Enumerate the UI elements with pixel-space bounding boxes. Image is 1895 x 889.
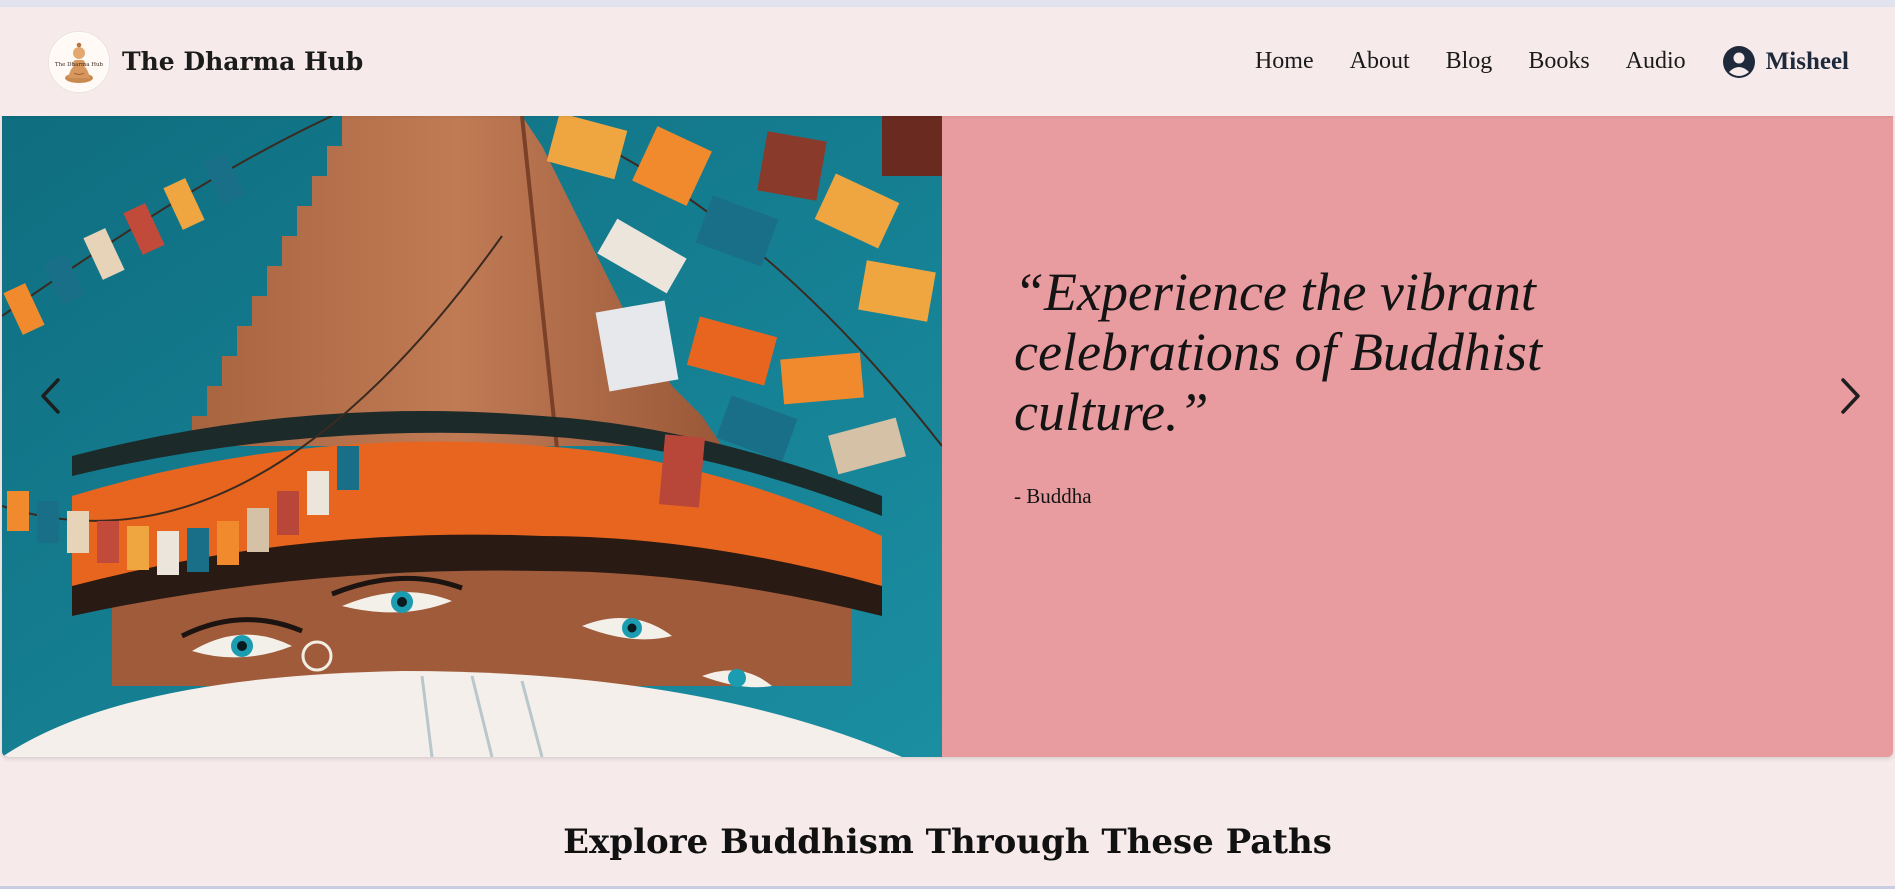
stupa-illustration <box>2 116 943 757</box>
hero-quote: “Experience the vibrant celebrations of … <box>1014 262 1542 442</box>
quote-panel: “Experience the vibrant celebrations of … <box>942 116 1893 757</box>
explore-section-title: Explore Buddhism Through These Paths <box>563 822 1332 862</box>
nav-audio-link[interactable]: Audio <box>1626 48 1686 75</box>
user-name: Misheel <box>1765 47 1849 75</box>
main-nav: Home About Blog Books Audio Misheel <box>1219 45 1849 79</box>
brand-link[interactable]: The Dharma Hub The Dharma Hub <box>48 30 364 93</box>
hero-image <box>2 116 943 757</box>
carousel-next-button[interactable] <box>1829 366 1873 426</box>
svg-text:The Dharma Hub: The Dharma Hub <box>55 62 104 68</box>
quote-author: - Buddha <box>1014 484 1092 508</box>
user-account-icon <box>1722 45 1755 78</box>
carousel-prev-button[interactable] <box>28 366 72 426</box>
navbar: The Dharma Hub The Dharma Hub Home About… <box>0 7 1895 116</box>
user-menu[interactable]: Misheel <box>1722 45 1849 79</box>
brand-name: The Dharma Hub <box>122 47 364 76</box>
brand-logo: The Dharma Hub <box>48 30 110 93</box>
nav-home-link[interactable]: Home <box>1255 48 1314 75</box>
nav-books-link[interactable]: Books <box>1528 48 1589 75</box>
nav-about-link[interactable]: About <box>1350 48 1410 75</box>
chevron-left-icon <box>41 378 60 414</box>
page: The Dharma Hub The Dharma Hub Home About… <box>0 0 1895 889</box>
buddha-logo-icon: The Dharma Hub <box>50 32 108 91</box>
hero-carousel: “Experience the vibrant celebrations of … <box>2 116 1893 757</box>
chevron-right-icon <box>1841 378 1860 414</box>
nav-blog-link[interactable]: Blog <box>1446 48 1493 75</box>
